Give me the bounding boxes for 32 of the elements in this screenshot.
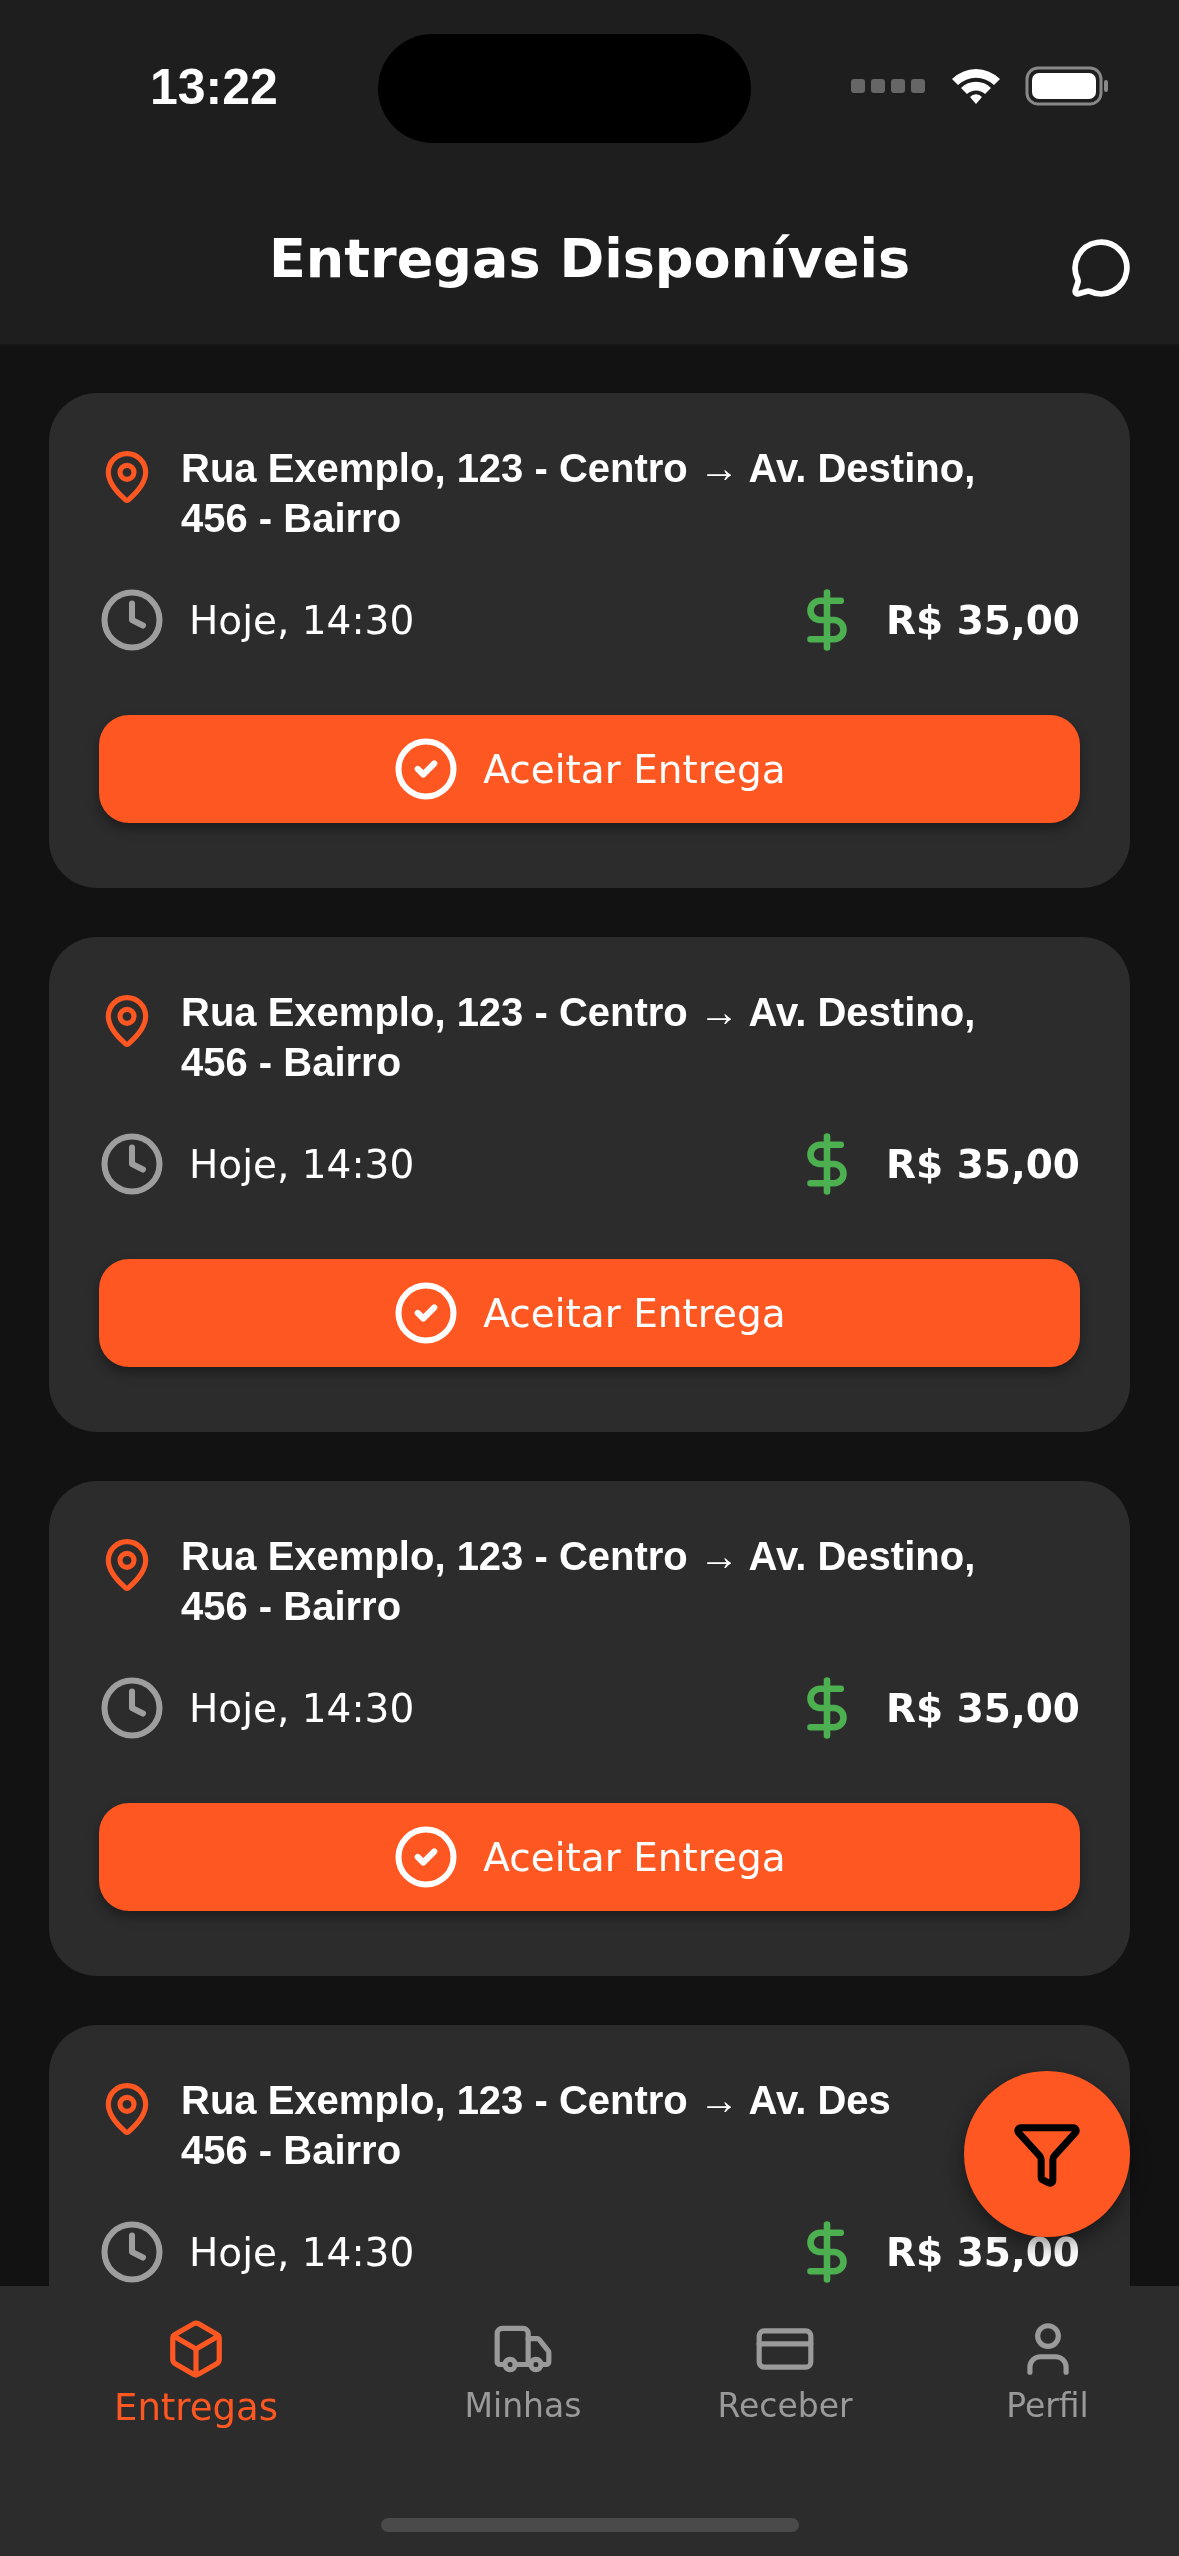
accept-delivery-button[interactable]: Aceitar Entrega — [99, 1259, 1080, 1367]
delivery-time: Hoje, 14:30 — [189, 1685, 415, 1731]
status-time: 13:22 — [150, 58, 278, 116]
delivery-address: Rua Exemplo, 123 - Centro → Av. Destino, — [181, 989, 976, 1036]
delivery-time: Hoje, 14:30 — [189, 597, 415, 643]
delivery-time: Hoje, 14:30 — [189, 2229, 415, 2275]
nav-tab[interactable]: Minhas — [464, 2318, 582, 2429]
delivery-address: Rua Exemplo, 123 - Centro → Av. Des — [181, 2077, 891, 2124]
delivery-address: 456 - Bairro — [181, 2127, 403, 2174]
accept-delivery-button[interactable]: Aceitar Entrega — [99, 715, 1080, 823]
delivery-address: 456 - Bairro — [181, 1583, 403, 1630]
clock-icon — [99, 2219, 165, 2285]
accept-delivery-button[interactable]: Aceitar Entrega — [99, 1803, 1080, 1911]
delivery-address: 456 - Bairro — [181, 1039, 403, 1086]
delivery-time: Hoje, 14:30 — [189, 1141, 415, 1187]
signal-icon — [851, 77, 927, 95]
clock-icon — [99, 1131, 165, 1197]
delivery-address: 456 - Bairro — [181, 495, 403, 542]
clock-icon — [99, 587, 165, 653]
nav-tab[interactable]: Receber — [717, 2318, 853, 2429]
delivery-address: Rua Exemplo, 123 - Centro → Av. Destino, — [181, 445, 976, 492]
nav-tab[interactable]: Entregas — [114, 2318, 278, 2429]
clock-icon — [99, 1675, 165, 1741]
delivery-price: R$ 35,00 — [885, 2229, 1080, 2275]
battery-icon — [1025, 66, 1109, 106]
delivery-price: R$ 35,00 — [885, 597, 1080, 643]
delivery-address: Rua Exemplo, 123 - Centro → Av. Destino, — [181, 1533, 976, 1580]
page-title: Entregas Disponíveis — [268, 226, 911, 290]
delivery-price: R$ 35,00 — [885, 1141, 1080, 1187]
nav-tab[interactable]: Perfil — [1006, 2318, 1089, 2429]
chat-icon — [1070, 237, 1132, 299]
delivery-price: R$ 35,00 — [885, 1685, 1080, 1731]
